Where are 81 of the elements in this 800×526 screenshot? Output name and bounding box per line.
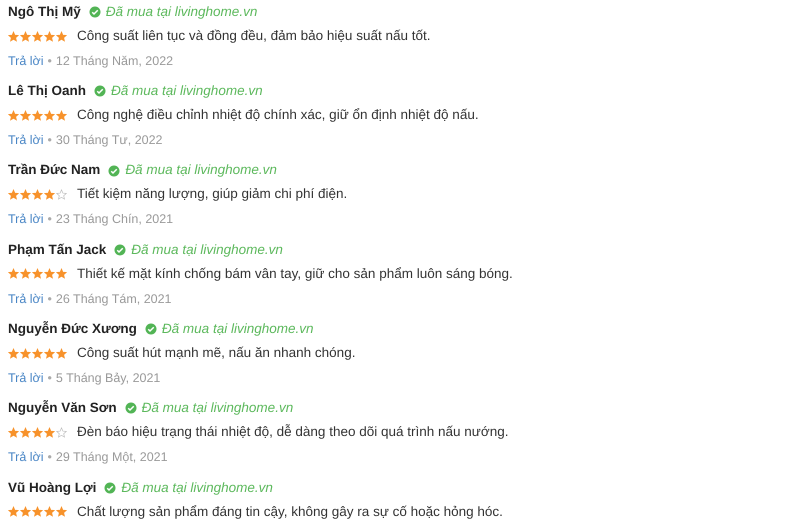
reply-link[interactable]: Trả lời: [8, 368, 44, 388]
review-date: 12 Tháng Năm, 2022: [56, 52, 174, 70]
star-icon: [32, 426, 43, 438]
star-icon: [20, 426, 31, 438]
verified-purchase-label: Đã mua tại livinghome.vn: [111, 82, 263, 100]
star-icon: [44, 30, 55, 42]
bullet-separator: •: [48, 211, 52, 228]
reviewer-name: Phạm Tấn Jack: [8, 240, 106, 259]
star-icon: [44, 110, 55, 121]
star-icon: [20, 30, 31, 42]
star-icon: [32, 30, 43, 42]
check-circle-icon: [88, 6, 101, 18]
reviewer-name: Nguyễn Đức Xương: [8, 320, 137, 338]
review-comment: Đèn báo hiệu trạng thái nhiệt độ, dễ dàng theo dõi quá trình nấu nướng.: [77, 423, 508, 442]
reply-link[interactable]: Trả lời: [8, 448, 44, 467]
review-comment: Công suất hút mạnh mẽ, nấu ăn nhanh chóng.: [77, 344, 356, 362]
star-icon: [32, 268, 43, 280]
star-icon: [32, 506, 43, 518]
star-icon: [8, 30, 19, 42]
star-icon: [20, 110, 31, 121]
check-circle-icon: [114, 244, 126, 256]
star-icon: [44, 426, 55, 438]
bullet-separator: •: [48, 52, 52, 70]
check-circle-icon: [144, 323, 157, 336]
reply-link[interactable]: Trả lời: [8, 130, 44, 150]
verified-purchase-label: Đã mua tại livinghome.vn: [142, 399, 294, 418]
reviewer-name: Ngô Thị Mỹ: [8, 2, 81, 21]
star-icon: [20, 189, 31, 200]
review-date: 30 Tháng Tư, 2022: [56, 132, 163, 149]
star-icon: [8, 110, 19, 121]
verified-purchase-label: Đã mua tại livinghome.vn: [106, 2, 258, 21]
reviewer-name: Trần Đức Nam: [8, 161, 100, 180]
star-icon: [44, 348, 55, 359]
star-icon: [20, 268, 31, 280]
reviewer-name: Lê Thị Oanh: [8, 82, 86, 100]
star-icon: [56, 30, 67, 42]
star-icon: [56, 110, 67, 121]
star-icon: [44, 506, 55, 518]
reply-link[interactable]: Trả lời: [8, 210, 44, 229]
star-icon: [32, 348, 43, 359]
verified-purchase-label: Đã mua tại livinghome.vn: [121, 478, 273, 497]
star-icon: [32, 189, 43, 200]
review-date: 5 Tháng Bảy, 2021: [56, 370, 160, 387]
star-icon: [56, 506, 67, 518]
review-comment: Thiết kế mặt kính chống bám vân tay, giữ cho sản phẩm luôn sáng bóng.: [77, 264, 513, 283]
star-icon: [44, 268, 55, 280]
verified-purchase-label: Đã mua tại livinghome.vn: [131, 240, 283, 259]
star-icon: [20, 506, 31, 518]
star-icon: [8, 268, 19, 280]
star-icon: [8, 348, 19, 359]
star-icon: [44, 189, 55, 200]
check-circle-icon: [94, 85, 106, 98]
empty-star-icon: [56, 426, 67, 438]
star-icon: [8, 189, 19, 200]
reply-link[interactable]: Trả lời: [8, 290, 44, 308]
check-circle-icon: [108, 164, 120, 177]
empty-star-icon: [56, 189, 67, 200]
reviewer-name: Vũ Hoàng Lợi: [8, 478, 96, 497]
review-comment: Chất lượng sản phẩm đáng tin cậy, không gây ra sự cố hoặc hỏng hóc.: [77, 502, 503, 521]
star-icon: [56, 348, 67, 359]
reply-link[interactable]: Trả lời: [8, 52, 44, 70]
bullet-separator: •: [48, 370, 52, 387]
review-comment: Công suất liên tục và đồng đều, đảm bảo hiệu suất nấu tốt.: [77, 26, 430, 45]
review-date: 26 Tháng Tám, 2021: [56, 290, 172, 308]
review-date: 29 Tháng Một, 2021: [56, 449, 168, 466]
bullet-separator: •: [48, 290, 52, 308]
review-comment: Tiết kiệm năng lượng, giúp giảm chi phí điện.: [77, 185, 348, 204]
star-icon: [8, 506, 19, 518]
star-icon: [8, 426, 19, 438]
review-comment: Công nghệ điều chỉnh nhiệt độ chính xác, giữ ổn định nhiệt độ nấu.: [77, 106, 479, 124]
check-circle-icon: [104, 482, 116, 494]
verified-purchase-label: Đã mua tại livinghome.vn: [162, 320, 314, 338]
star-icon: [20, 348, 31, 359]
bullet-separator: •: [48, 132, 52, 149]
bullet-separator: •: [48, 449, 52, 466]
verified-purchase-label: Đã mua tại livinghome.vn: [125, 161, 277, 180]
review-date: 23 Tháng Chín, 2021: [56, 211, 174, 228]
reviewer-name: Nguyễn Văn Sơn: [8, 399, 117, 418]
check-circle-icon: [124, 402, 137, 414]
star-icon: [32, 110, 43, 121]
star-icon: [56, 268, 67, 280]
